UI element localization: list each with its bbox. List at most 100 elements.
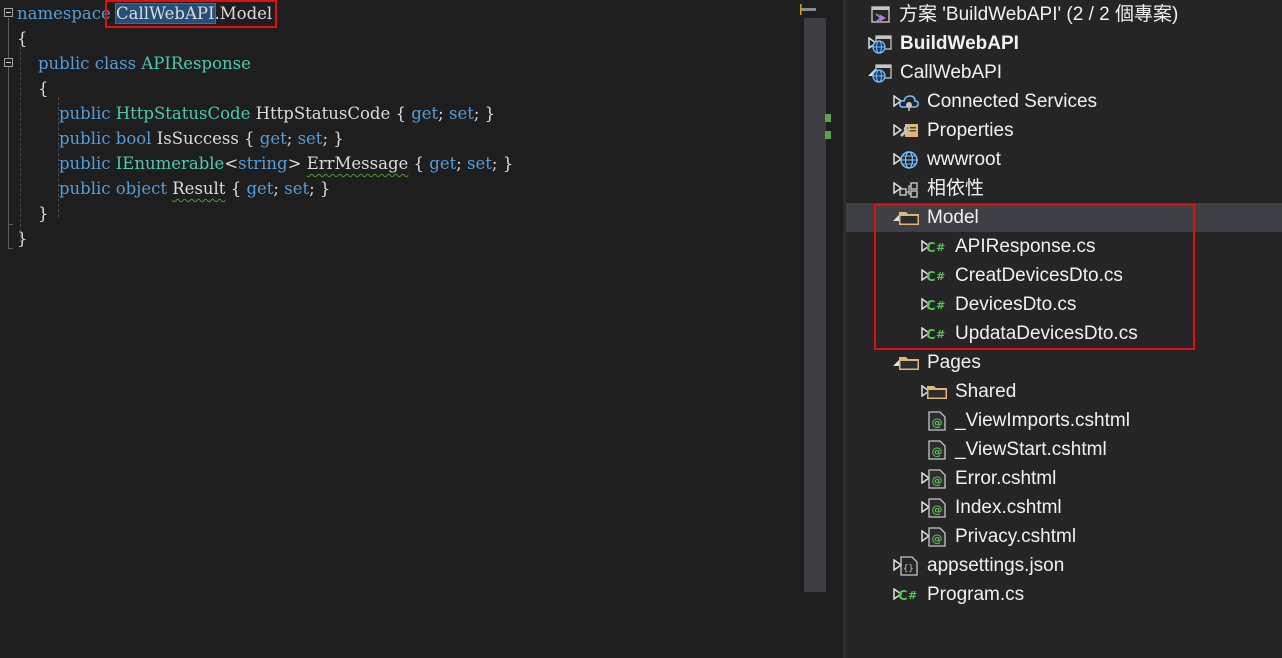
svg-text:@: @	[932, 416, 943, 429]
node-wwwroot[interactable]: wwwroot	[846, 145, 1282, 174]
code-line[interactable]: public class APIResponse	[17, 51, 251, 76]
project-buildwebapi[interactable]: BuildWebAPI	[846, 29, 1282, 58]
node-dependencies[interactable]: 相依性	[846, 174, 1282, 203]
code-line[interactable]: namespace CallWebAPI.Model	[17, 1, 272, 26]
connected-services-icon	[898, 92, 920, 112]
svg-text:#: #	[936, 328, 945, 341]
file-creatdevicesdto[interactable]: C # CreatDevicesDto.cs	[846, 261, 1282, 290]
code-token: set	[297, 129, 323, 148]
csharp-file-icon: C #	[926, 324, 948, 344]
svg-text:@: @	[932, 532, 943, 545]
folder-model[interactable]: Model	[846, 203, 1282, 232]
csharp-file-icon: C #	[926, 237, 948, 257]
svg-text:@: @	[932, 503, 943, 516]
tree-item-label: _ViewStart.cshtml	[955, 439, 1107, 460]
code-line[interactable]: }	[17, 201, 49, 226]
svg-text:#: #	[936, 270, 945, 283]
code-token: }	[17, 229, 28, 248]
file-updatadevicesdto[interactable]: C # UpdataDevicesDto.cs	[846, 319, 1282, 348]
tree-item-label: DevicesDto.cs	[955, 294, 1077, 315]
csharp-file-icon: C #	[898, 585, 920, 605]
file-appsettings[interactable]: {} appsettings.json	[846, 551, 1282, 580]
outline-guide	[8, 18, 9, 248]
split-handle-icon[interactable]	[798, 0, 818, 18]
code-token: ;	[438, 104, 449, 123]
code-token: IEnumerable	[115, 154, 225, 173]
code-token: ; }	[491, 154, 514, 173]
file-index[interactable]: @ Index.cshtml	[846, 493, 1282, 522]
code-token: {	[17, 29, 28, 48]
file-error[interactable]: @ Error.cshtml	[846, 464, 1282, 493]
code-token: {	[17, 79, 49, 98]
svg-text:C: C	[926, 270, 936, 285]
folder-pages[interactable]: Pages	[846, 348, 1282, 377]
web-project-icon	[871, 34, 893, 54]
tree-item-label: Program.cs	[927, 584, 1025, 605]
tree-item-label: _ViewImports.cshtml	[955, 410, 1130, 431]
code-token: get	[246, 179, 274, 198]
file-privacy[interactable]: @ Privacy.cshtml	[846, 522, 1282, 551]
code-token: public bool	[17, 129, 157, 148]
project-callwebapi[interactable]: CallWebAPI	[846, 58, 1282, 87]
code-token: <	[224, 154, 239, 173]
razor-file-icon: @	[926, 469, 948, 489]
code-token: ; }	[322, 129, 344, 148]
collapse-namespace-icon[interactable]	[4, 8, 13, 17]
scrollbar-thumb[interactable]	[804, 18, 826, 592]
solution-explorer[interactable]: 方案 'BuildWebAPI' (2 / 2 個專案) BuildWebAPI C…	[846, 0, 1282, 658]
svg-text:C: C	[898, 589, 908, 604]
svg-text:@: @	[932, 474, 943, 487]
code-token: set	[467, 154, 492, 173]
collapse-class-icon[interactable]	[4, 58, 13, 67]
svg-text:C: C	[926, 241, 936, 256]
code-token: set	[448, 104, 474, 123]
editor-vertical-scrollbar[interactable]	[798, 0, 846, 658]
node-connected-services[interactable]: Connected Services	[846, 87, 1282, 116]
code-token: set	[284, 179, 310, 198]
code-line[interactable]: public bool IsSuccess { get; set; }	[17, 126, 344, 151]
node-properties[interactable]: Properties	[846, 116, 1282, 145]
solution-root[interactable]: 方案 'BuildWebAPI' (2 / 2 個專案)	[846, 0, 1282, 29]
change-marker	[825, 131, 831, 139]
tree-item-label: CreatDevicesDto.cs	[955, 265, 1123, 286]
code-line[interactable]: }	[17, 226, 28, 251]
file-viewstart[interactable]: @ _ViewStart.cshtml	[846, 435, 1282, 464]
code-token: get	[411, 104, 439, 123]
code-line[interactable]: public object Result { get; set; }	[17, 176, 330, 201]
folder-shared[interactable]: Shared	[846, 377, 1282, 406]
file-apiresponse[interactable]: C # APIResponse.cs	[846, 232, 1282, 261]
code-token: .Model	[214, 4, 273, 23]
solution-icon	[870, 5, 892, 25]
svg-text:@: @	[932, 445, 943, 458]
code-token: ;	[456, 154, 468, 173]
tree-item-label: Properties	[927, 120, 1014, 141]
csharp-file-icon: C #	[926, 266, 948, 286]
code-line[interactable]: {	[17, 26, 28, 51]
code-token: HttpStatusCode {	[250, 104, 412, 123]
outline-guide-end-class	[8, 224, 13, 225]
file-program[interactable]: C # Program.cs	[846, 580, 1282, 609]
outline-guide-end	[8, 248, 13, 249]
code-line[interactable]: public IEnumerable<string> ErrMessage { …	[17, 151, 513, 176]
svg-text:C: C	[926, 328, 936, 343]
json-file-icon: {}	[898, 556, 920, 576]
file-devicesdto[interactable]: C # DevicesDto.cs	[846, 290, 1282, 319]
code-token: public	[17, 104, 116, 123]
code-token: CallWebAPI	[115, 3, 216, 24]
code-line[interactable]: {	[17, 76, 49, 101]
tree-item-label: BuildWebAPI	[900, 33, 1019, 54]
code-token: public class	[17, 54, 142, 73]
file-viewimports[interactable]: @ _ViewImports.cshtml	[846, 406, 1282, 435]
folder-icon	[898, 208, 920, 228]
tree-item-label: Index.cshtml	[955, 497, 1062, 518]
code-token: ;	[273, 179, 285, 198]
code-token: Result	[172, 179, 226, 198]
globe-icon	[898, 150, 920, 170]
code-token: {	[225, 179, 247, 198]
razor-file-icon: @	[926, 527, 948, 547]
code-line[interactable]: public HttpStatusCode HttpStatusCode { g…	[17, 101, 495, 126]
code-editor[interactable]: namespace CallWebAPI.Model { public class…	[0, 0, 798, 658]
code-token: namespace	[17, 4, 111, 23]
code-token: >	[287, 154, 307, 173]
razor-file-icon: @	[926, 498, 948, 518]
